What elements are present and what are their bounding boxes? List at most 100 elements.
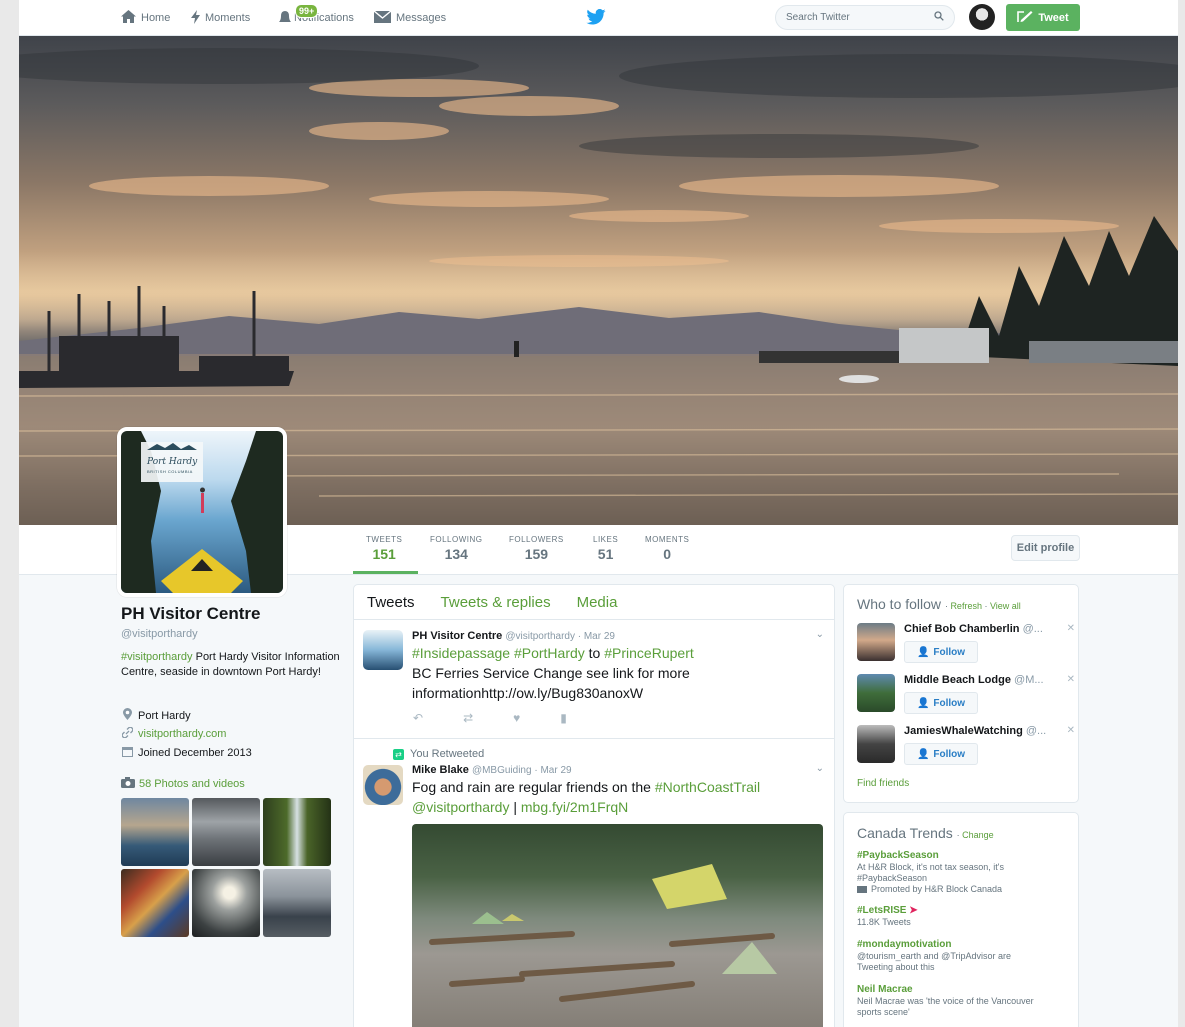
photos-videos-label: 58 Photos and videos [139,778,245,790]
search-input[interactable]: Search Twitter [775,5,955,30]
stat-tweets[interactable]: TWEETS 151 [366,535,402,562]
tweet-link[interactable]: mbg.fyi/2m1FrqN [521,799,628,815]
suggestion-avatar[interactable] [857,623,895,661]
search-icon[interactable] [934,11,944,24]
nav-moments[interactable]: Moments [191,0,250,36]
tweet-author-name[interactable]: Mike Blake [412,764,469,776]
photo-thumbnail[interactable] [192,869,260,937]
photo-thumbnail[interactable] [192,798,260,866]
bell-icon [277,10,293,27]
profile-joined: Joined December 2013 [121,746,252,760]
tweet-author-handle[interactable]: @MBGuiding · Mar 29 [472,765,572,776]
chevron-down-icon[interactable]: ⌄ [816,629,824,640]
who-to-follow-title: Who to follow [857,596,942,612]
bio-hashtag[interactable]: #visitporthardy [121,651,193,663]
trend-description: Neil Macrae was 'the voice of the Vancou… [857,996,1034,1006]
follow-button-label: Follow [933,697,966,709]
follow-button[interactable]: 👤 Follow [904,641,978,663]
trend-promoted: Promoted by H&R Block Canada [857,884,1067,895]
camera-icon [121,777,135,791]
profile-bio: #visitporthardy Port Hardy Visitor Infor… [121,650,343,680]
photo-thumbnail[interactable] [263,798,331,866]
reply-icon[interactable]: ↶ [413,711,423,725]
suggestion-name[interactable]: Chief Bob Chamberlin @... [904,623,1043,635]
compose-tweet-button[interactable]: Tweet [1006,4,1080,31]
trend-name[interactable]: Neil Macrae [857,984,1067,995]
tweet-author-avatar[interactable] [363,765,403,805]
nav-notifications[interactable]: 99+ Notifications [277,0,354,36]
profile-handle[interactable]: @visitporthardy [121,628,198,640]
twitter-bird-logo[interactable] [586,8,606,28]
profile-name[interactable]: PH Visitor Centre [121,604,261,624]
tweet[interactable]: PH Visitor Centre @visitporthardy · Mar … [354,621,834,739]
view-all-link[interactable]: View all [990,601,1021,611]
follow-button[interactable]: 👤 Follow [904,692,978,714]
nav-home[interactable]: Home [121,0,170,36]
location-text: Port Hardy [138,709,191,722]
heart-icon[interactable]: ♥ [513,711,520,725]
joined-text: Joined December 2013 [138,747,252,759]
analytics-icon[interactable]: ▮ [560,711,567,725]
stat-likes-value: 51 [597,546,614,562]
suggestion-name[interactable]: Middle Beach Lodge @M... [904,674,1044,686]
suggestion-avatar[interactable] [857,674,895,712]
nav-messages[interactable]: Messages [373,0,446,36]
stat-moments[interactable]: MOMENTS 0 [645,535,689,562]
suggestion-name[interactable]: JamiesWhaleWatching @... [904,725,1046,737]
profile-website[interactable]: visitporthardy.com [121,726,226,741]
tweet[interactable]: ⇄ You Retweeted Mike Blake @MBGuiding · … [354,740,834,1027]
stat-likes[interactable]: LIKES 51 [593,535,618,562]
photo-thumbnail[interactable] [263,869,331,937]
tweet-author-handle[interactable]: @visitporthardy · Mar 29 [505,631,615,642]
link-icon [121,726,133,741]
edit-profile-button[interactable]: Edit profile [1011,535,1080,561]
account-avatar[interactable] [969,4,995,30]
photos-videos-link[interactable]: 58 Photos and videos [121,777,245,791]
find-friends-link[interactable]: Find friends [857,778,909,789]
tab-tweets-replies[interactable]: Tweets & replies [441,594,551,611]
compose-icon [1017,10,1033,26]
trend-tweet-count: 11.8K Tweets [857,917,911,927]
tab-media[interactable]: Media [577,594,618,611]
tab-tweets[interactable]: Tweets [367,594,415,611]
follow-suggestion: JamiesWhaleWatching @... ✕ 👤 Follow [857,725,1075,769]
trend-name[interactable]: #LetsRISE ➤ [857,905,1067,916]
change-trends-link[interactable]: Change [962,830,994,840]
trend-description: sports scene' [857,1007,910,1017]
timeline-tabs: Tweets Tweets & replies Media [354,585,834,620]
tweet-hashtag[interactable]: #PrinceRupert [604,645,694,661]
tweet-hashtag[interactable]: #NorthCoastTrail [655,779,760,795]
website-link[interactable]: visitporthardy.com [138,728,226,740]
tweet-mention[interactable]: @visitporthardy [412,799,509,815]
notifications-badge: 99+ [295,4,319,18]
calendar-icon [121,746,133,760]
retweet-icon[interactable]: ⇄ [463,711,473,725]
tweet-hashtags[interactable]: #Insidepassage #PortHardy [412,645,585,661]
stat-followers-value: 159 [524,546,549,562]
dismiss-icon[interactable]: ✕ [1067,725,1075,736]
photo-thumbnail[interactable] [121,798,189,866]
trend-name[interactable]: #mondaymotivation [857,939,1067,950]
profile-avatar[interactable]: Port Hardy BRITISH COLUMBIA [117,427,287,597]
tweet-author-avatar[interactable] [363,630,403,670]
tweet-text-to: to [584,645,605,661]
follow-button[interactable]: 👤 Follow [904,743,978,765]
trends-title: Canada Trends [857,825,953,841]
trend-item[interactable]: #PaybackSeason At H&R Block, it's not ta… [857,850,1067,895]
trend-item[interactable]: #LetsRISE ➤ 11.8K Tweets [857,905,1067,928]
dismiss-icon[interactable]: ✕ [1067,674,1075,685]
tweet-media-photo[interactable] [412,824,823,1027]
refresh-link[interactable]: Refresh [950,601,982,611]
suggestion-avatar[interactable] [857,725,895,763]
stat-following[interactable]: FOLLOWING 134 [430,535,483,562]
stat-followers[interactable]: FOLLOWERS 159 [509,535,564,562]
compose-tweet-label: Tweet [1038,11,1069,24]
dismiss-icon[interactable]: ✕ [1067,623,1075,634]
tweet-author-name[interactable]: PH Visitor Centre [412,630,502,642]
chevron-down-icon[interactable]: ⌄ [816,763,824,774]
trend-name[interactable]: #PaybackSeason [857,850,1067,861]
photo-thumbnail[interactable] [121,869,189,937]
active-tab-indicator [353,571,418,574]
trend-item[interactable]: Neil Macrae Neil Macrae was 'the voice o… [857,984,1067,1018]
trend-item[interactable]: #mondaymotivation @tourism_earth and @Tr… [857,939,1067,973]
